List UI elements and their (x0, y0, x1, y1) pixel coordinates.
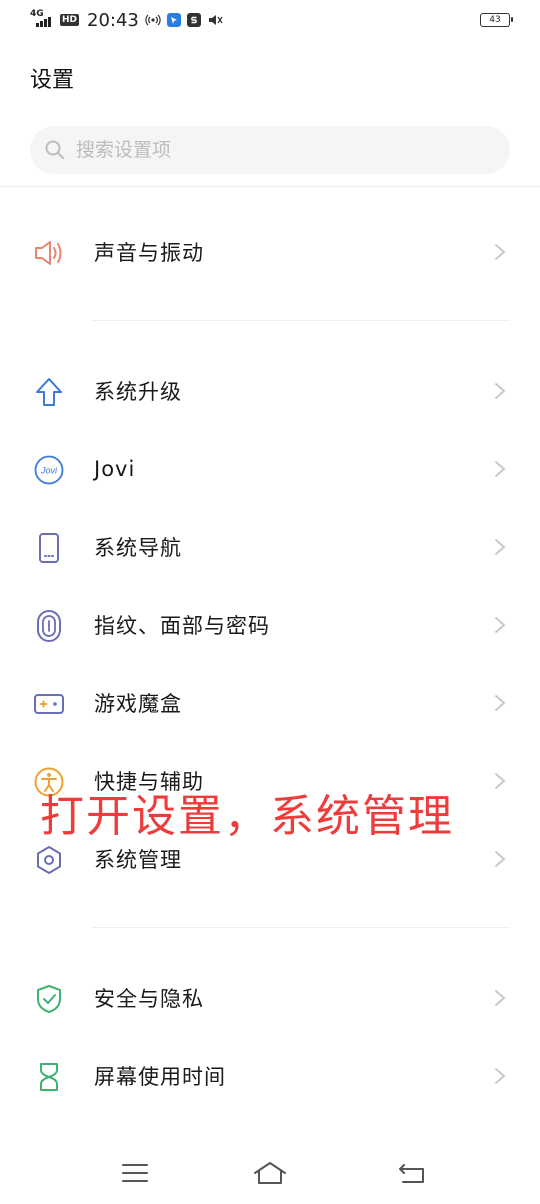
chevron-right-icon (495, 773, 506, 789)
home-icon (254, 1162, 286, 1184)
signal-icon: 4G (30, 9, 54, 29)
search-input[interactable] (76, 139, 456, 161)
instruction-overlay-text: 打开设置，系统管理 (40, 791, 454, 842)
page-title: 设置 (30, 68, 75, 93)
back-icon (399, 1164, 424, 1183)
gamepad-icon (32, 687, 66, 721)
app-s-icon (186, 13, 201, 27)
settings-item-screen-time[interactable]: 屏幕使用时间 (0, 1044, 540, 1108)
shield-check-icon (32, 982, 66, 1016)
home-button[interactable] (250, 1158, 290, 1188)
chevron-right-icon (495, 990, 506, 1006)
chevron-right-icon (495, 695, 506, 711)
hd-badge: HD (60, 14, 80, 26)
header-divider (0, 186, 540, 187)
status-time: 20:43 (87, 9, 139, 31)
settings-item-game-box[interactable]: 游戏魔盒 (0, 671, 540, 735)
search-bar[interactable] (30, 126, 510, 174)
settings-item-navigation[interactable]: 系统导航 (0, 515, 540, 579)
chevron-right-icon (495, 617, 506, 633)
battery-icon: 43 (480, 13, 513, 27)
settings-item-jovi[interactable]: Jovi Jovi (0, 437, 540, 501)
settings-item-label: 系统升级 (94, 380, 182, 404)
chevron-right-icon (495, 244, 506, 260)
chevron-right-icon (495, 383, 506, 399)
hexagon-gear-icon (32, 843, 66, 877)
chevron-right-icon (495, 461, 506, 477)
settings-item-security[interactable]: 安全与隐私 (0, 966, 540, 1030)
phone-icon (32, 531, 66, 565)
hourglass-icon (32, 1060, 66, 1094)
settings-item-label: 系统导航 (94, 536, 182, 560)
settings-item-label: 屏幕使用时间 (94, 1065, 226, 1089)
group-divider (92, 927, 510, 928)
settings-item-label: 声音与振动 (94, 241, 204, 265)
jovi-icon-text: Jovi (40, 466, 58, 476)
search-icon (45, 140, 65, 160)
settings-item-label: Jovi (94, 457, 136, 481)
settings-item-label: 系统管理 (94, 848, 182, 872)
menu-icon (122, 1164, 148, 1182)
status-bar: 4G HD 20:43 43 (0, 0, 540, 40)
settings-item-label: 安全与隐私 (94, 987, 204, 1011)
menu-button[interactable] (115, 1158, 155, 1188)
speaker-icon (32, 236, 66, 270)
settings-item-sound[interactable]: 声音与振动 (0, 220, 540, 284)
back-button[interactable] (392, 1158, 432, 1188)
arrow-up-icon (32, 375, 66, 409)
battery-level: 43 (489, 15, 501, 25)
fingerprint-icon (32, 609, 66, 643)
settings-item-label: 指纹、面部与密码 (94, 614, 270, 638)
settings-item-system-update[interactable]: 系统升级 (0, 359, 540, 423)
group-divider (92, 320, 510, 321)
chevron-right-icon (495, 539, 506, 555)
chevron-right-icon (495, 851, 506, 867)
mute-icon (207, 12, 223, 28)
chevron-right-icon (495, 1068, 506, 1084)
jovi-icon: Jovi (32, 453, 66, 487)
hotspot-icon (145, 12, 161, 28)
settings-item-label: 游戏魔盒 (94, 692, 182, 716)
navigation-bar (0, 1146, 540, 1204)
app-notification-icon (166, 13, 181, 27)
settings-item-fingerprint[interactable]: 指纹、面部与密码 (0, 593, 540, 657)
